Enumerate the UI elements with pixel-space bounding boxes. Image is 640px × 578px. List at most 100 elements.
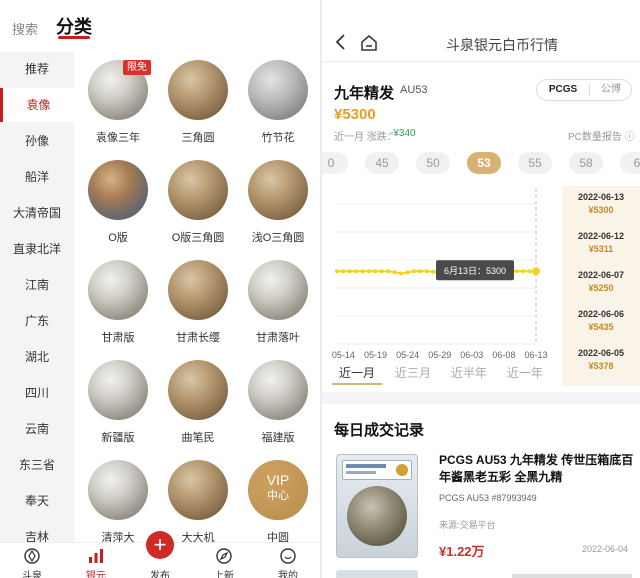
sidebar-item[interactable]: 东三省 [0, 448, 74, 482]
coin-image [248, 260, 308, 320]
period-tab[interactable]: 近半年 [444, 364, 494, 381]
coin-label: 新疆版 [101, 432, 135, 444]
back-arrow-icon[interactable] [334, 34, 348, 50]
coin-grade: AU53 [400, 84, 428, 96]
data-point [527, 269, 532, 274]
price-detail-panel: 斗泉银元白币行情 九年精发 AU53 PCGS 公博 ¥5300 近一月 涨跌：… [322, 0, 640, 578]
row-date: 2022-06-13 [577, 192, 625, 202]
coin-category-item[interactable]: 新疆版 [78, 352, 158, 452]
tab-search[interactable]: 搜索 [12, 19, 38, 38]
coin-category-item[interactable]: VIP 中心 中圆 [238, 452, 318, 552]
next-record-image [336, 570, 418, 578]
grade-pill[interactable]: 55 [518, 152, 552, 174]
grading-pcgs-option[interactable]: PCGS [537, 80, 589, 100]
grade-pill[interactable]: 53 [467, 152, 501, 174]
sidebar-item[interactable]: 孙像 [0, 124, 74, 158]
coin-category-item[interactable]: 三角圆 [158, 52, 238, 152]
coin-image [88, 460, 148, 520]
coin-category-item[interactable]: 竹节花 [238, 52, 318, 152]
grade-pill[interactable]: 50 [416, 152, 450, 174]
compass-icon [23, 547, 41, 565]
nav-label: 斗泉 [22, 571, 42, 578]
category-tabs: 搜索 分类 [0, 0, 320, 52]
coin-category-item[interactable]: 清萍大 [78, 452, 158, 552]
coin-label: O版三角圆 [171, 232, 225, 244]
plus-icon: + [153, 532, 167, 557]
vip-label: VIP [266, 472, 290, 488]
grade-pill[interactable]: 6 [620, 152, 640, 174]
bottom-nav: 斗泉 银元 + 发布 上新 我的 [0, 531, 320, 578]
sidebar-item[interactable]: 大清帝国 [0, 196, 74, 230]
sidebar-item[interactable]: 推荐 [0, 52, 74, 86]
coin-category-item[interactable]: O版 [78, 152, 158, 252]
nav-compass[interactable]: 斗泉 [0, 543, 64, 578]
population-report-link[interactable]: PC数量报告 ⓘ [568, 128, 635, 143]
x-tick-label: 05-14 [332, 350, 355, 360]
current-price: ¥5300 [334, 106, 376, 123]
sidebar-item[interactable]: 直隶北洋 [0, 232, 74, 266]
grade-pill[interactable]: 45 [365, 152, 399, 174]
coin-image [88, 260, 148, 320]
nav-bar-chart[interactable]: 银元 [64, 543, 128, 578]
coin-name: 九年精发 [334, 85, 395, 102]
coin-category-item[interactable]: 甘肃落叶 [238, 252, 318, 352]
x-tick-label: 05-29 [428, 350, 451, 360]
coin-label: 三角圆 [181, 132, 215, 144]
coin-category-item[interactable]: 浅O三角圆 [238, 152, 318, 252]
coin-image [168, 260, 228, 320]
row-price: ¥5435 [588, 322, 614, 332]
coin-category-item[interactable]: 限免 袁像三年 [78, 52, 158, 152]
sidebar-item[interactable]: 云南 [0, 412, 74, 446]
transaction-record[interactable]: PCGS AU53 九年精发 传世压箱底百年酱黑老五彩 全黑九精 PCGS AU… [322, 446, 640, 566]
vip-center-badge[interactable]: VIP 中心 [248, 460, 308, 520]
data-point [335, 269, 339, 274]
nav-explore[interactable]: 上新 [192, 543, 256, 578]
sidebar-item[interactable]: 江南 [0, 268, 74, 302]
date-price-row: 2022-06-07 ¥5250 [562, 270, 640, 293]
slab-label-line [346, 471, 376, 474]
coin-category-item[interactable]: 甘肃长缨 [158, 252, 238, 352]
coin-category-item[interactable]: 甘肃版 [78, 252, 158, 352]
tooltip-text: 6月13日：5300 [444, 266, 506, 276]
sidebar-item[interactable]: 船洋 [0, 160, 74, 194]
sidebar-item[interactable]: 袁像 [0, 88, 74, 122]
coin-image [88, 360, 148, 420]
data-point [418, 269, 423, 274]
coin-label: 甘肃长缨 [176, 332, 220, 344]
nav-label: 发布 [150, 571, 170, 578]
period-tab[interactable]: 近一年 [500, 364, 550, 381]
grade-pill[interactable]: 58 [569, 152, 603, 174]
period-tab[interactable]: 近三月 [388, 364, 438, 381]
record-title[interactable]: PCGS AU53 九年精发 传世压箱底百年酱黑老五彩 全黑九精 [439, 452, 635, 486]
change-label: 近一月 涨跌： [334, 132, 397, 143]
data-point [386, 269, 391, 274]
record-date: 2022-06-04 [582, 544, 629, 554]
grading-gongbo-option[interactable]: 公博 [591, 80, 631, 100]
coin-label: 袁像三年 [96, 132, 140, 144]
coin-category-item[interactable]: 福建版 [238, 352, 318, 452]
nav-plus[interactable]: + 发布 [128, 531, 192, 578]
grade-pill[interactable]: 0 [322, 152, 348, 174]
coin-image [248, 160, 308, 220]
nav-smile[interactable]: 我的 [256, 543, 320, 578]
coin-category-item[interactable]: 曲笔民 [158, 352, 238, 452]
home-icon[interactable] [360, 34, 378, 52]
row-date: 2022-06-07 [577, 270, 625, 280]
publish-button[interactable]: + [146, 531, 174, 559]
data-point [399, 271, 404, 276]
coin-category-item[interactable]: O版三角圆 [158, 152, 238, 252]
period-tabs: 近一月 近三月 近半年 近一年 [332, 364, 557, 385]
vip-center-label: 中心 [267, 490, 289, 502]
sidebar-item[interactable]: 奉天 [0, 484, 74, 518]
period-tab[interactable]: 近一月 [332, 364, 382, 385]
x-tick-label: 06-03 [460, 350, 483, 360]
x-tick-label: 06-08 [492, 350, 515, 360]
tab-underline [58, 36, 90, 39]
nav-label: 银元 [86, 571, 106, 578]
data-point [373, 269, 378, 274]
sidebar-item[interactable]: 湖北 [0, 340, 74, 374]
record-price: ¥1.22万 [439, 544, 485, 559]
sidebar-item[interactable]: 四川 [0, 376, 74, 410]
nav-label: 上新 [214, 571, 234, 578]
sidebar-item[interactable]: 广东 [0, 304, 74, 338]
